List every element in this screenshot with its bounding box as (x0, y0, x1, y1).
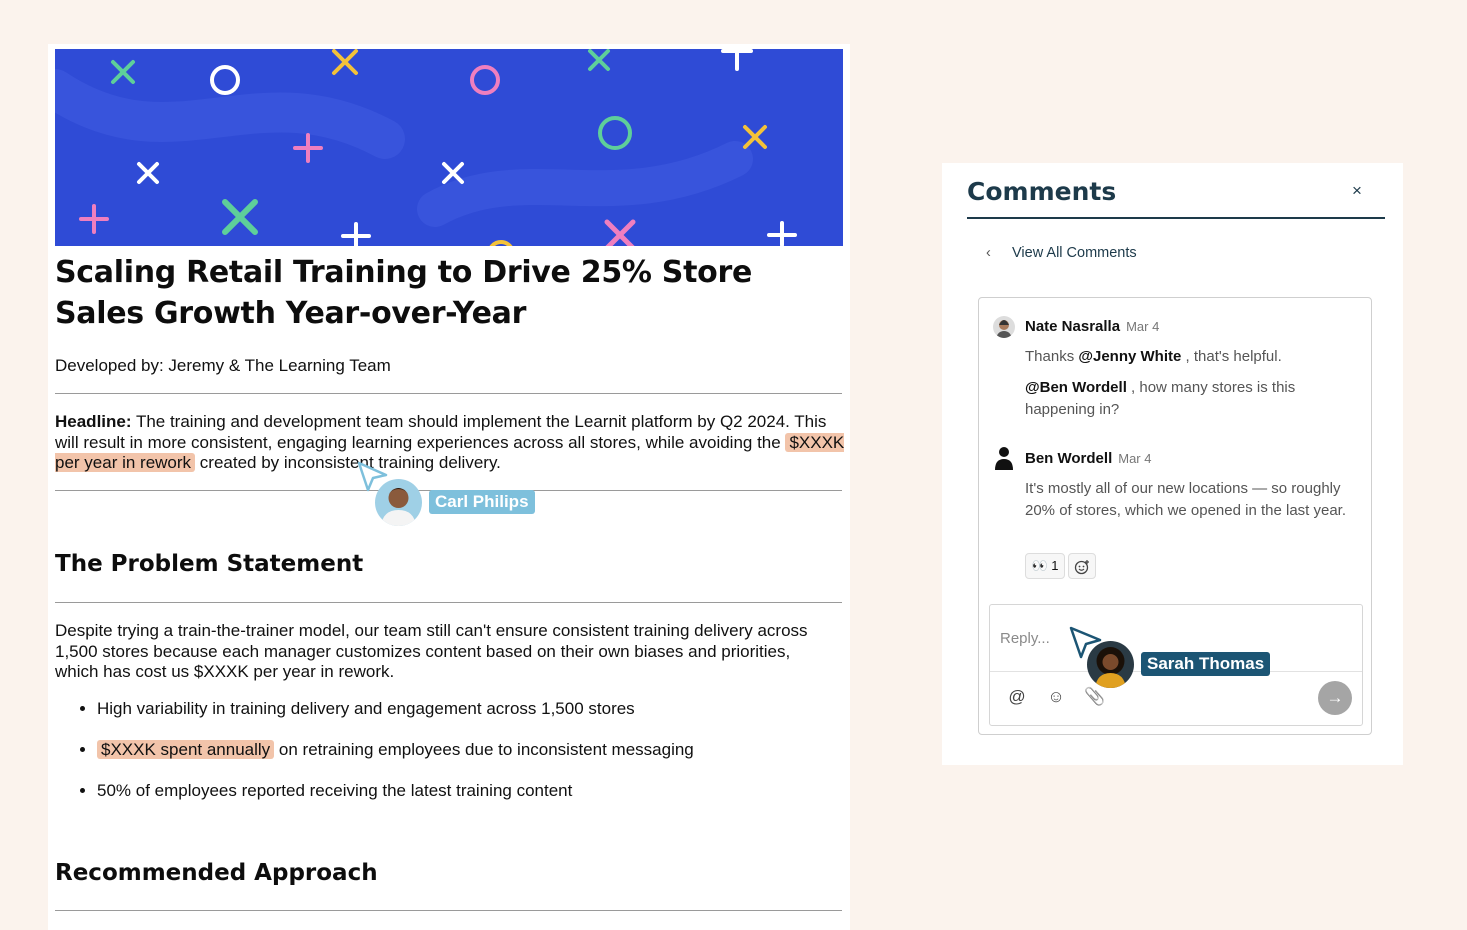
chevron-left-icon: ‹ (986, 245, 991, 261)
problem-bullet-list: High variability in training delivery an… (78, 698, 837, 821)
comment-author-name: Nate Nasralla (1025, 318, 1121, 335)
emoji-icon[interactable]: ☺ (1044, 685, 1068, 709)
comment-author-name: Ben Wordell (1025, 450, 1113, 467)
view-all-comments-link[interactable]: ‹ View All Comments (986, 245, 1137, 261)
approach-heading: Recommended Approach (55, 860, 378, 886)
comment-date: Mar 4 (1126, 319, 1160, 334)
divider (55, 393, 842, 394)
byline: Developed by: Jeremy & The Learning Team (55, 356, 391, 375)
comment-text: Thanks (1025, 348, 1079, 365)
divider (55, 602, 842, 603)
comments-title: Comments (967, 177, 1117, 206)
close-icon[interactable]: × (1352, 181, 1362, 201)
add-reaction-button[interactable] (1068, 553, 1096, 579)
comment-author: Nate Nasralla Mar 4 (1025, 318, 1159, 335)
headline-label: Headline: (55, 412, 132, 431)
list-item: $XXXK spent annually on retraining emplo… (97, 739, 837, 780)
headline-text: The training and development team should… (55, 412, 827, 452)
highlighted-text[interactable]: $XXXK spent annually (97, 740, 275, 759)
banner-pattern (55, 49, 797, 246)
eyes-emoji-icon: 👀 (1031, 558, 1048, 573)
comment-body: @Ben Wordell , how many stores is this h… (1025, 377, 1359, 421)
list-item: 50% of employees reported receiving the … (97, 780, 837, 821)
sarah-name-tag: Sarah Thomas (1141, 652, 1271, 676)
attachment-icon[interactable]: 📎 (1083, 685, 1107, 709)
problem-heading: The Problem Statement (55, 551, 364, 577)
carl-name-tag: Carl Philips (429, 490, 535, 514)
mention-icon[interactable]: @ (1005, 685, 1029, 709)
comment-date: Mar 4 (1118, 451, 1152, 466)
list-item: High variability in training delivery an… (97, 698, 837, 739)
divider (55, 910, 842, 911)
mention[interactable]: @Jenny White (1078, 348, 1181, 365)
headline-paragraph[interactable]: Headline: The training and development t… (55, 412, 845, 474)
document-page: Scaling Retail Training to Drive 25% Sto… (48, 44, 850, 930)
nate-avatar (993, 316, 1015, 338)
add-reaction-icon (1074, 559, 1089, 574)
list-item-text: on retraining employees due to inconsist… (274, 740, 694, 759)
comment-body: It's mostly all of our new locations — s… (1025, 480, 1347, 519)
document-title: Scaling Retail Training to Drive 25% Sto… (55, 255, 753, 331)
comment-body: Thanks @Jenny White , that's helpful. (1025, 346, 1359, 368)
problem-paragraph: Despite trying a train-the-trainer model… (55, 621, 808, 681)
comment-author: Ben Wordell Mar 4 (1025, 450, 1151, 467)
reaction-chip[interactable]: 👀 1 (1025, 553, 1065, 579)
divider (967, 217, 1385, 219)
ben-avatar-icon (995, 447, 1013, 470)
carl-avatar (375, 479, 422, 526)
reaction-count: 1 (1051, 558, 1059, 573)
banner-image (55, 49, 843, 246)
headline-text-end: created by inconsistent training deliver… (195, 453, 501, 472)
mention[interactable]: @Ben Wordell (1025, 379, 1127, 396)
send-button[interactable]: → (1318, 681, 1352, 715)
sarah-avatar (1087, 641, 1134, 688)
comment-text: , that's helpful. (1181, 348, 1282, 365)
view-all-comments-label: View All Comments (1012, 245, 1137, 261)
